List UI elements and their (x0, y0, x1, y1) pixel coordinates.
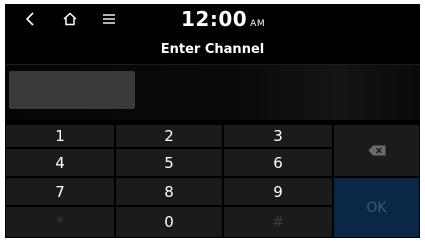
clock-ampm: AM (250, 19, 266, 29)
menu-icon[interactable] (98, 8, 120, 30)
key-7[interactable]: 7 (5, 177, 115, 206)
key-2[interactable]: 2 (115, 124, 223, 148)
screen-bezel: 12:00 AM Enter Channel 1 2 3 4 5 6 7 8 9 … (0, 0, 425, 242)
head-unit-screen: 12:00 AM Enter Channel 1 2 3 4 5 6 7 8 9 … (5, 4, 420, 238)
key-3[interactable]: 3 (223, 124, 333, 148)
ok-button[interactable]: OK (333, 177, 420, 238)
backspace-icon (368, 142, 386, 160)
status-bar: 12:00 AM (5, 4, 420, 34)
home-icon[interactable] (59, 8, 81, 30)
key-1[interactable]: 1 (5, 124, 115, 148)
backspace-button[interactable] (333, 124, 420, 177)
page-title: Enter Channel (160, 41, 265, 57)
key-5[interactable]: 5 (115, 148, 223, 177)
key-hash[interactable]: # (223, 206, 333, 238)
key-6[interactable]: 6 (223, 148, 333, 177)
back-arrow-icon[interactable] (19, 8, 41, 30)
numeric-keypad: 1 2 3 4 5 6 7 8 9 * 0 # OK (5, 124, 420, 238)
key-8[interactable]: 8 (115, 177, 223, 206)
key-star[interactable]: * (5, 206, 115, 238)
clock: 12:00 AM (181, 7, 265, 31)
channel-display-area (5, 65, 420, 120)
key-4[interactable]: 4 (5, 148, 115, 177)
title-bar: Enter Channel (5, 34, 420, 65)
key-0[interactable]: 0 (115, 206, 223, 238)
key-9[interactable]: 9 (223, 177, 333, 206)
channel-number-field[interactable] (9, 71, 135, 109)
clock-time: 12:00 (181, 7, 248, 31)
